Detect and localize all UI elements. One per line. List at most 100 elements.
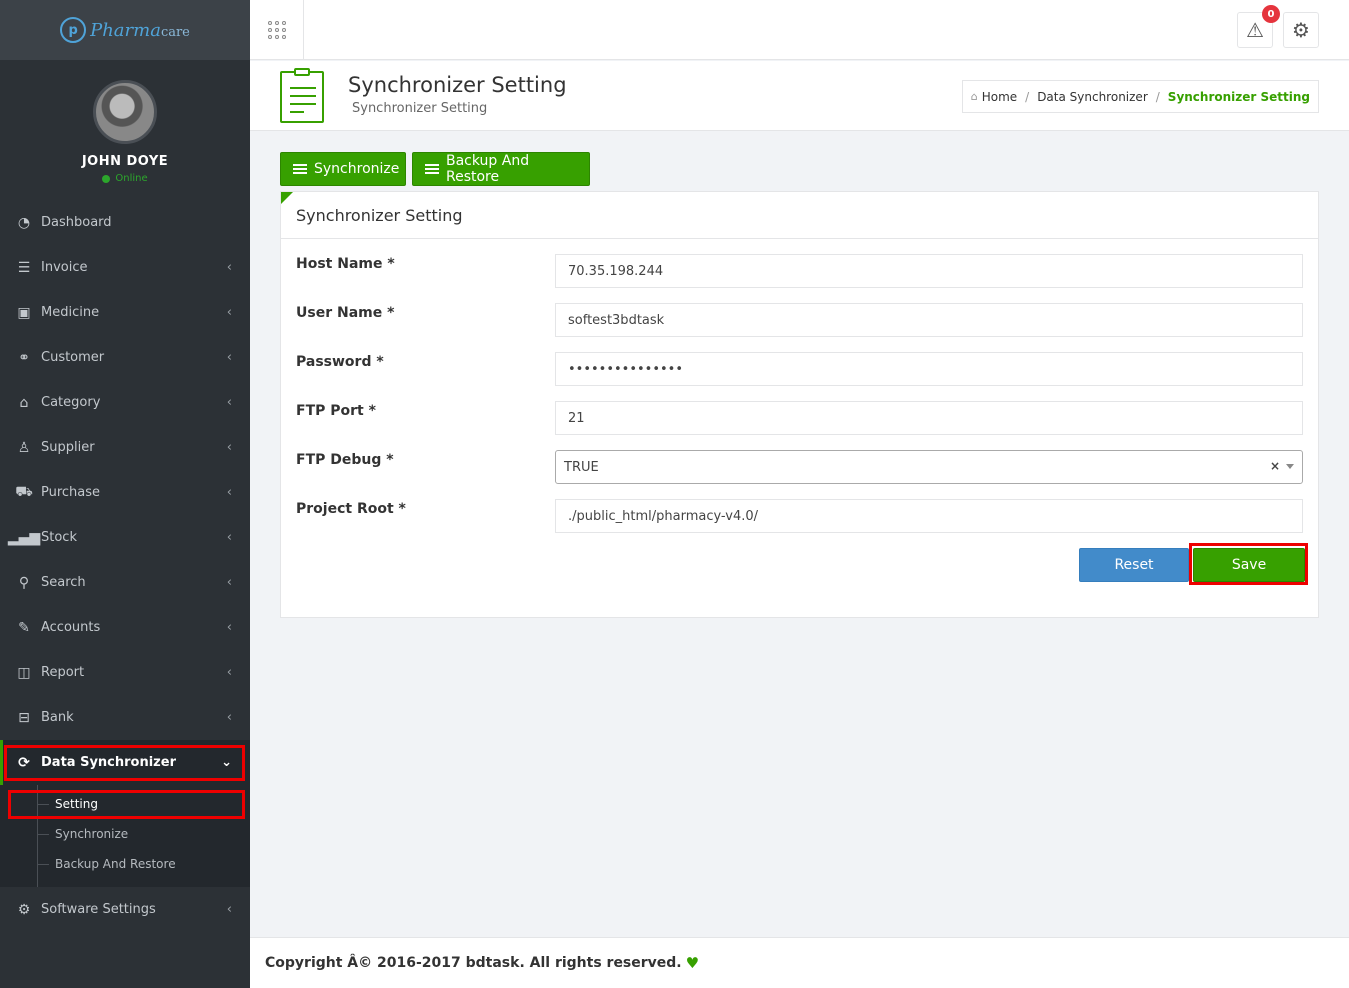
ftp-debug-label: FTP Debug * bbox=[296, 452, 394, 468]
sidebar: p Pharmacare JOHN DOYE Online ◔ Dashboar… bbox=[0, 0, 250, 988]
heart-icon: ♥ bbox=[685, 954, 700, 972]
sidebar-item-medicine[interactable]: ▣ Medicine ‹ bbox=[0, 290, 250, 335]
apps-grid-button[interactable] bbox=[250, 0, 304, 60]
sidebar-menu: ◔ Dashboard ☰ Invoice ‹ ▣ Medicine ‹ ⚭ C… bbox=[0, 200, 250, 932]
online-status: Online bbox=[0, 173, 250, 184]
warning-icon: ⚠ bbox=[1246, 18, 1264, 42]
chevron-left-icon: ‹ bbox=[226, 440, 232, 455]
form-row-password: Password * ••••••••••••••• bbox=[296, 352, 1304, 386]
list-icon bbox=[425, 164, 439, 174]
dashboard-icon: ◔ bbox=[17, 214, 31, 231]
backup-restore-button[interactable]: Backup And Restore bbox=[412, 152, 590, 186]
avatar bbox=[93, 80, 157, 144]
app-logo[interactable]: p Pharmacare bbox=[0, 0, 250, 60]
status-dot-icon bbox=[102, 174, 111, 183]
notification-badge: 0 bbox=[1262, 5, 1280, 23]
medicine-icon: ▣ bbox=[17, 304, 31, 321]
home-icon: ⌂ bbox=[970, 90, 978, 103]
book-icon: ◫ bbox=[17, 664, 31, 681]
chevron-left-icon: ‹ bbox=[226, 485, 232, 500]
page-subtitle: Synchronizer Setting bbox=[352, 101, 488, 116]
sync-icon: ⟳ bbox=[18, 754, 30, 771]
handshake-icon: ⚭ bbox=[18, 349, 30, 366]
chevron-left-icon: ‹ bbox=[226, 665, 232, 680]
chevron-left-icon: ‹ bbox=[226, 260, 232, 275]
profile-name: JOHN DOYE bbox=[81, 154, 169, 169]
footer: Copyright Â© 2016-2017 bdtask. All right… bbox=[250, 937, 1349, 988]
clear-icon[interactable]: × bbox=[1270, 459, 1280, 473]
chevron-left-icon: ‹ bbox=[226, 902, 232, 917]
gear-icon: ⚙ bbox=[17, 901, 31, 918]
host-name-label: Host Name * bbox=[296, 256, 395, 272]
bar-chart-icon: ▂▄▆ bbox=[7, 529, 41, 546]
grid-icon bbox=[267, 21, 286, 39]
ftp-debug-select[interactable]: TRUE × bbox=[555, 450, 1303, 484]
sidebar-item-purchase[interactable]: ⛟ Purchase ‹ bbox=[0, 470, 250, 515]
project-root-input[interactable]: ./public_html/pharmacy-v4.0/ bbox=[555, 499, 1303, 533]
form-row-user-name: User Name * softest3bdtask bbox=[296, 303, 1304, 337]
gear-icon: ⚙ bbox=[1292, 18, 1310, 42]
panel-title: Synchronizer Setting bbox=[281, 192, 1318, 239]
sidebar-item-accounts[interactable]: ✎ Accounts ‹ bbox=[0, 605, 250, 650]
list-icon bbox=[293, 164, 307, 174]
sidebar-item-bank[interactable]: ⊟ Bank ‹ bbox=[0, 695, 250, 740]
sidebar-item-data-synchronizer[interactable]: ⟳ Data Synchronizer ⌄ bbox=[0, 740, 250, 785]
synchronizer-setting-panel: Synchronizer Setting Host Name * 70.35.1… bbox=[280, 191, 1319, 618]
submenu-item-backup-restore[interactable]: Backup And Restore bbox=[0, 849, 250, 879]
save-button[interactable]: Save bbox=[1193, 548, 1305, 582]
chevron-down-icon: ⌄ bbox=[221, 755, 232, 770]
page-title: Synchronizer Setting bbox=[348, 73, 567, 97]
logo-mark-icon: p bbox=[60, 17, 87, 43]
copyright-text: Copyright Â© 2016-2017 bdtask. All right… bbox=[265, 955, 682, 971]
synchronize-button[interactable]: Synchronize bbox=[280, 152, 406, 186]
sidebar-item-software-settings[interactable]: ⚙ Software Settings ‹ bbox=[0, 887, 250, 932]
bookmark-icon: ⌂ bbox=[19, 394, 29, 411]
submenu-item-setting[interactable]: Setting bbox=[0, 789, 250, 819]
chevron-left-icon: ‹ bbox=[226, 530, 232, 545]
ftp-port-input[interactable]: 21 bbox=[555, 401, 1303, 435]
top-header: ⚠ 0 ⚙ bbox=[250, 0, 1349, 60]
chevron-left-icon: ‹ bbox=[226, 575, 232, 590]
invoice-icon: ☰ bbox=[17, 259, 31, 276]
settings-button[interactable]: ⚙ bbox=[1283, 12, 1319, 48]
password-input[interactable]: ••••••••••••••• bbox=[555, 352, 1303, 386]
dropdown-arrow-icon[interactable] bbox=[1286, 464, 1294, 469]
logo-text: Pharmacare bbox=[90, 19, 190, 41]
sidebar-item-report[interactable]: ◫ Report ‹ bbox=[0, 650, 250, 695]
breadcrumb-current: Synchronizer Setting bbox=[1167, 89, 1310, 104]
briefcase-icon: ⊟ bbox=[18, 709, 30, 726]
sidebar-item-invoice[interactable]: ☰ Invoice ‹ bbox=[0, 245, 250, 290]
search-icon: ⚲ bbox=[18, 574, 30, 591]
host-name-input[interactable]: 70.35.198.244 bbox=[555, 254, 1303, 288]
sidebar-item-dashboard[interactable]: ◔ Dashboard bbox=[0, 200, 250, 245]
form-row-ftp-debug: FTP Debug * TRUE × bbox=[296, 450, 1304, 484]
sidebar-item-supplier[interactable]: ♙ Supplier ‹ bbox=[0, 425, 250, 470]
cart-icon: ⛟ bbox=[15, 483, 33, 500]
sidebar-item-stock[interactable]: ▂▄▆ Stock ‹ bbox=[0, 515, 250, 560]
chevron-left-icon: ‹ bbox=[226, 395, 232, 410]
user-icon: ♙ bbox=[17, 439, 31, 456]
sidebar-item-search[interactable]: ⚲ Search ‹ bbox=[0, 560, 250, 605]
clipboard-icon bbox=[280, 68, 324, 123]
user-name-label: User Name * bbox=[296, 305, 395, 321]
chevron-left-icon: ‹ bbox=[226, 710, 232, 725]
project-root-label: Project Root * bbox=[296, 501, 406, 517]
chevron-left-icon: ‹ bbox=[226, 620, 232, 635]
reset-button[interactable]: Reset bbox=[1079, 548, 1189, 582]
chevron-left-icon: ‹ bbox=[226, 350, 232, 365]
chevron-left-icon: ‹ bbox=[226, 305, 232, 320]
submenu-item-synchronize[interactable]: Synchronize bbox=[0, 819, 250, 849]
sidebar-item-category[interactable]: ⌂ Category ‹ bbox=[0, 380, 250, 425]
data-synchronizer-submenu: Setting Synchronize Backup And Restore bbox=[0, 785, 250, 887]
edit-icon: ✎ bbox=[18, 619, 30, 636]
sidebar-item-customer[interactable]: ⚭ Customer ‹ bbox=[0, 335, 250, 380]
password-label: Password * bbox=[296, 354, 384, 370]
breadcrumb-data-synchronizer[interactable]: Data Synchronizer bbox=[1037, 90, 1148, 104]
user-name-input[interactable]: softest3bdtask bbox=[555, 303, 1303, 337]
ftp-port-label: FTP Port * bbox=[296, 403, 376, 419]
notification-button[interactable]: ⚠ 0 bbox=[1237, 5, 1280, 48]
form-row-project-root: Project Root * ./public_html/pharmacy-v4… bbox=[296, 499, 1304, 533]
panel-corner-accent bbox=[281, 192, 293, 204]
breadcrumb-home[interactable]: Home bbox=[982, 90, 1017, 104]
form-row-ftp-port: FTP Port * 21 bbox=[296, 401, 1304, 435]
